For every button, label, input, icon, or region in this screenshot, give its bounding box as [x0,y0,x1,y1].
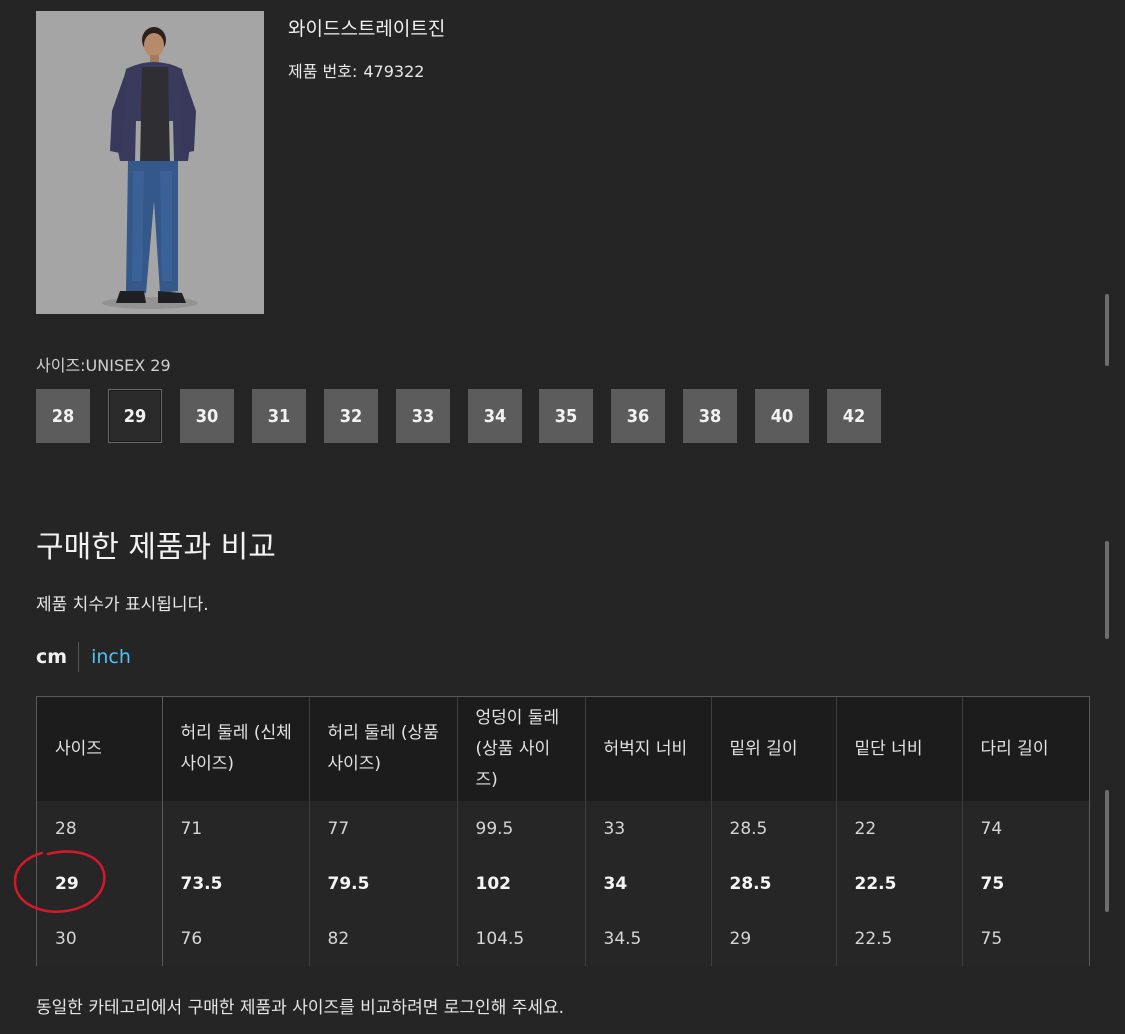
scrollbar-thumb[interactable] [1105,790,1109,912]
scrollbar-thumb[interactable] [1105,294,1109,366]
table-cell: 34.5 [585,911,712,966]
size-option-31[interactable]: 31 [252,389,306,443]
size-guide-page: 와이드스트레이트진 제품 번호: 479322 사이즈:UNISEX 29 28 … [0,0,1125,1034]
table-cell: 33 [585,801,712,856]
table-cell: 79.5 [309,856,458,911]
size-option-38[interactable]: 38 [683,389,737,443]
size-chart-table: 사이즈 허리 둘레 (신체 사이즈) 허리 둘레 (상품 사이즈) 엉덩이 둘레… [36,696,1090,966]
product-number-value: 479322 [363,62,425,81]
size-option-42[interactable]: 42 [827,389,881,443]
table-cell: 22.5 [836,911,963,966]
table-cell: 82 [309,911,458,966]
size-option-28[interactable]: 28 [36,389,90,443]
size-option-35[interactable]: 35 [539,389,593,443]
product-number-label: 제품 번호: [288,62,358,81]
product-title: 와이드스트레이트진 [288,18,446,40]
column-header: 엉덩이 둘레 (상품 사이즈) [457,697,586,801]
column-header: 밑단 너비 [836,697,963,801]
table-cell: 22.5 [836,856,963,911]
table-cell: 77 [309,801,458,856]
size-option-32[interactable]: 32 [324,389,378,443]
table-row: 28 71 77 99.5 33 28.5 22 74 [37,801,1089,856]
compare-description: 제품 치수가 표시됩니다. [36,595,209,615]
table-cell: 76 [162,911,310,966]
unit-cm-tab[interactable]: cm [36,646,78,668]
table-cell: 73.5 [162,856,310,911]
size-option-40[interactable]: 40 [755,389,809,443]
table-row-highlighted: 29 73.5 79.5 102 34 28.5 22.5 75 [37,856,1089,911]
size-option-29[interactable]: 29 [108,389,162,443]
unit-toggle: cm inch [36,642,131,672]
size-option-33[interactable]: 33 [396,389,450,443]
model-photo-illustration [36,11,264,314]
table-cell: 74 [962,801,1089,856]
column-header: 밑위 길이 [711,697,837,801]
table-cell: 99.5 [457,801,586,856]
table-cell: 29 [711,911,837,966]
compare-section-title: 구매한 제품과 비교 [36,530,276,565]
table-cell: 22 [836,801,963,856]
product-number: 제품 번호: 479322 [288,58,424,82]
column-header: 다리 길이 [962,697,1089,801]
column-header: 허리 둘레 (신체 사이즈) [162,697,310,801]
table-cell: 75 [962,856,1089,911]
size-option-30[interactable]: 30 [180,389,234,443]
table-cell: 28.5 [711,801,837,856]
size-selected-label: 사이즈:UNISEX 29 [36,356,171,375]
size-option-34[interactable]: 34 [468,389,522,443]
table-row: 30 76 82 104.5 34.5 29 22.5 75 [37,911,1089,966]
column-header: 사이즈 [37,697,163,801]
table-cell: 102 [457,856,586,911]
unit-inch-tab[interactable]: inch [79,646,131,668]
table-cell: 28 [37,801,163,856]
column-header: 허리 둘레 (상품 사이즈) [309,697,458,801]
table-cell: 104.5 [457,911,586,966]
table-cell: 75 [962,911,1089,966]
table-cell: 29 [37,856,163,911]
scrollbar-thumb[interactable] [1105,541,1109,639]
size-option-36[interactable]: 36 [611,389,665,443]
table-cell: 71 [162,801,310,856]
table-cell: 34 [585,856,712,911]
table-cell: 30 [37,911,163,966]
product-image [36,11,264,314]
table-header-row: 사이즈 허리 둘레 (신체 사이즈) 허리 둘레 (상품 사이즈) 엉덩이 둘레… [37,697,1089,801]
login-prompt-text: 동일한 카테고리에서 구매한 제품과 사이즈를 비교하려면 로그인해 주세요. [36,998,565,1018]
table-cell: 28.5 [711,856,837,911]
column-header: 허벅지 너비 [585,697,712,801]
